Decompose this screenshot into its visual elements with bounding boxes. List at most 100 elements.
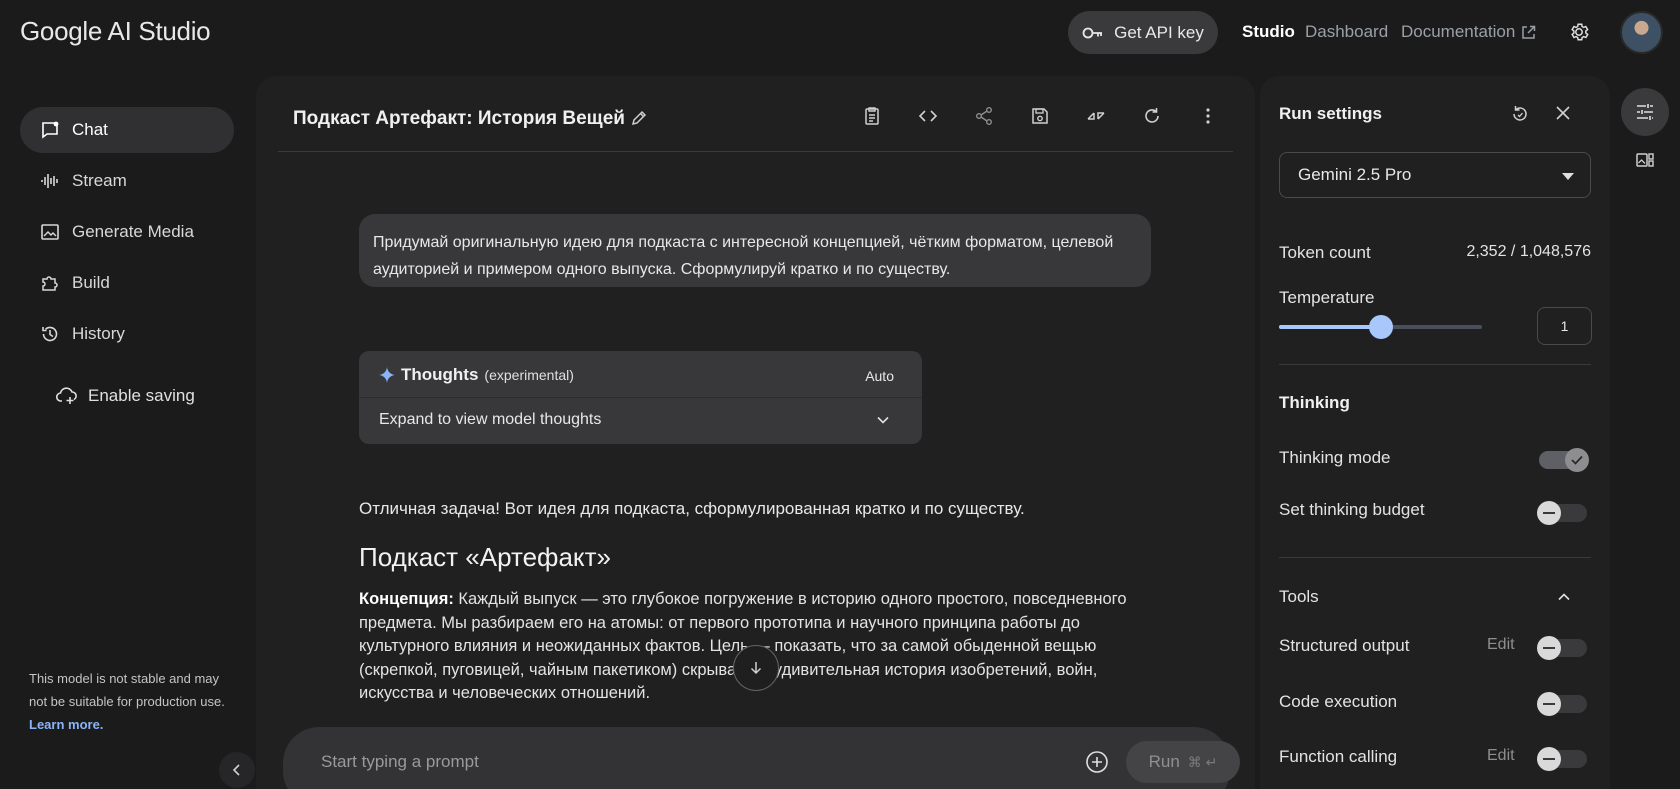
temperature-slider-fill (1279, 325, 1381, 329)
nav-documentation-label: Documentation (1401, 22, 1516, 41)
token-count-label: Token count (1279, 243, 1371, 262)
prompt-input[interactable] (321, 749, 1021, 775)
compare-icon[interactable] (1086, 106, 1106, 126)
thoughts-panel[interactable]: Thoughts (experimental) Auto Expand to v… (359, 351, 922, 444)
key-icon (1082, 26, 1104, 40)
nav-studio[interactable]: Studio (1242, 22, 1295, 42)
nav-documentation[interactable]: Documentation (1401, 22, 1536, 42)
temperature-input[interactable]: 1 (1537, 307, 1592, 345)
temperature-label: Temperature (1279, 288, 1375, 307)
sidebar-item-label: Chat (72, 120, 108, 139)
token-count-value: 2,352 / 1,048,576 (1466, 243, 1591, 260)
toggle-knob (1537, 747, 1561, 771)
run-settings-panel: Run settings Gemini 2.5 Pro Token count … (1260, 76, 1610, 789)
toggle-knob (1565, 448, 1589, 472)
tool-structured-output-label: Structured output (1279, 636, 1410, 655)
sidebar-item-history[interactable]: History (20, 311, 234, 357)
thoughts-header: Thoughts (experimental) (379, 365, 574, 385)
code-icon[interactable] (918, 106, 938, 126)
thinking-mode-label: Thinking mode (1279, 448, 1391, 467)
thoughts-title: Thoughts (401, 365, 479, 384)
chevron-down-icon[interactable] (876, 413, 890, 427)
enable-saving-label: Enable saving (88, 386, 195, 405)
cloud-add-icon (56, 386, 78, 406)
media-gallery-icon[interactable] (1635, 150, 1655, 170)
nav-dashboard[interactable]: Dashboard (1305, 22, 1388, 42)
sidebar-item-label: Stream (72, 171, 127, 190)
toggle-knob (1537, 692, 1561, 716)
history-icon (40, 324, 60, 344)
get-api-key-label: Get API key (1114, 22, 1204, 42)
header-divider (278, 151, 1233, 152)
temperature-slider-thumb[interactable] (1368, 315, 1393, 339)
puzzle-icon (40, 273, 60, 293)
model-select[interactable]: Gemini 2.5 Pro (1279, 152, 1591, 198)
image-icon (40, 222, 60, 242)
enable-saving-button[interactable]: Enable saving (56, 386, 195, 406)
waveform-icon (40, 171, 60, 191)
more-vert-icon[interactable] (1198, 106, 1218, 126)
sidebar-item-chat[interactable]: Chat (20, 107, 234, 153)
sidebar-item-build[interactable]: Build (20, 260, 234, 306)
thoughts-mode: Auto (865, 368, 894, 384)
thinking-mode-toggle[interactable] (1539, 448, 1589, 472)
concept-label: Концепция: (359, 590, 454, 608)
sidebar-item-label: Build (72, 273, 110, 292)
expand-thoughts-label[interactable]: Expand to view model thoughts (379, 411, 601, 429)
check-icon (1571, 455, 1583, 465)
clipboard-icon[interactable] (862, 106, 882, 126)
disclaimer-text: This model is not stable and may not be … (29, 671, 225, 709)
run-button[interactable]: Run ⌘ ↵ (1126, 741, 1240, 783)
add-media-icon[interactable] (1085, 750, 1109, 774)
structured-output-toggle[interactable] (1537, 636, 1587, 660)
app-logo[interactable]: Google AI Studio (20, 16, 211, 47)
top-bar: Google AI Studio Get API key Studio Dash… (0, 0, 1680, 64)
tools-heading: Tools (1279, 587, 1319, 606)
scroll-to-bottom-button[interactable] (733, 645, 779, 691)
temperature-slider[interactable] (1279, 315, 1482, 339)
run-settings-title: Run settings (1279, 104, 1382, 123)
thinking-budget-toggle[interactable] (1537, 501, 1587, 525)
sidebar-item-label: Generate Media (72, 222, 194, 241)
chevron-left-icon (231, 764, 243, 776)
refresh-icon[interactable] (1142, 106, 1162, 126)
gear-icon[interactable] (1568, 21, 1590, 43)
run-shortcut: ⌘ ↵ (1187, 753, 1218, 770)
close-icon[interactable] (1554, 104, 1572, 122)
toggle-knob (1537, 636, 1561, 660)
share-icon[interactable] (974, 106, 994, 126)
code-execution-toggle[interactable] (1537, 692, 1587, 716)
edit-title-icon[interactable] (630, 109, 648, 127)
chevron-up-icon[interactable] (1557, 590, 1571, 604)
run-label: Run (1148, 752, 1180, 771)
tool-code-execution-label: Code execution (1279, 692, 1398, 711)
avatar[interactable] (1620, 11, 1663, 54)
tune-icon (1635, 102, 1655, 122)
sidebar-item-generate-media[interactable]: Generate Media (20, 209, 234, 255)
settings-divider (1279, 364, 1591, 365)
settings-divider (1279, 557, 1591, 558)
external-link-icon (1521, 25, 1536, 40)
function-calling-edit-link[interactable]: Edit (1487, 747, 1515, 765)
thoughts-divider (359, 397, 922, 398)
run-settings-toggle-button[interactable] (1621, 88, 1669, 136)
sidebar-item-label: History (72, 324, 125, 343)
collapse-sidebar-button[interactable] (219, 752, 255, 788)
answer-heading: Подкаст «Артефакт» (359, 542, 611, 572)
learn-more-link[interactable]: Learn more. (29, 717, 103, 732)
get-api-key-button[interactable]: Get API key (1068, 11, 1218, 54)
thinking-budget-label: Set thinking budget (1279, 500, 1425, 519)
chat-title: Подкаст Артефакт: История Вещей (293, 108, 625, 129)
save-icon[interactable] (1030, 106, 1050, 126)
reset-settings-icon[interactable] (1510, 104, 1530, 124)
toggle-knob (1537, 501, 1561, 525)
chat-icon (40, 120, 60, 140)
sidebar-item-stream[interactable]: Stream (20, 158, 234, 204)
user-message: Придумай оригинальную идею для подкаста … (359, 214, 1151, 287)
thinking-heading: Thinking (1279, 393, 1350, 412)
prompt-box: Run ⌘ ↵ (283, 727, 1240, 789)
thoughts-subtitle: (experimental) (484, 367, 574, 383)
caret-down-icon (1562, 173, 1574, 180)
structured-output-edit-link[interactable]: Edit (1487, 636, 1515, 654)
function-calling-toggle[interactable] (1537, 747, 1587, 771)
